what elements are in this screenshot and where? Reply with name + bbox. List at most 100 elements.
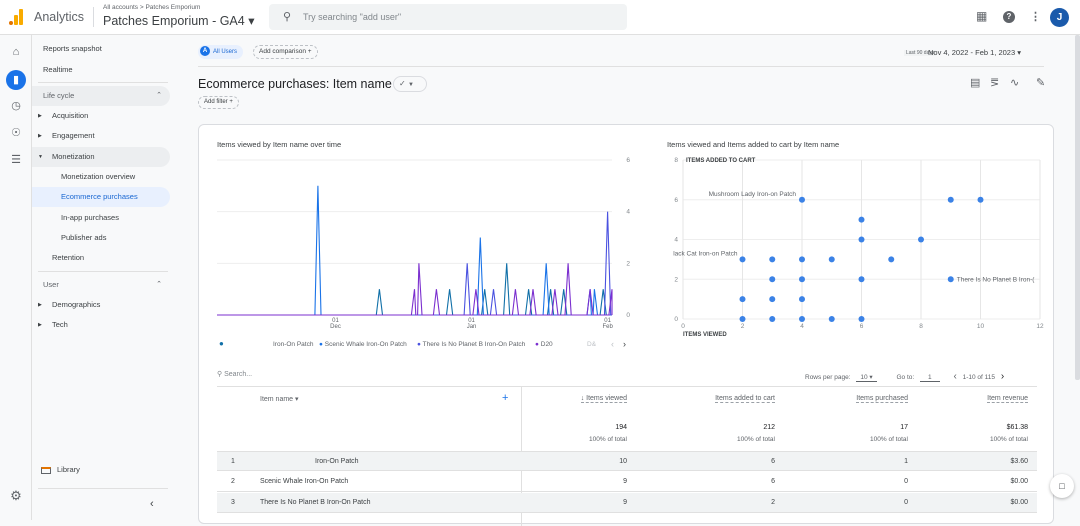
table-row[interactable]: 3 There Is No Planet B Iron-On Patch 9 2… <box>217 493 1037 513</box>
edit-icon[interactable]: ✎ <box>1036 76 1045 89</box>
legend-next-icon[interactable]: › <box>623 339 626 349</box>
legend-item[interactable]: Iron-On Patch <box>273 341 313 348</box>
segment-badge: A <box>200 46 210 57</box>
legend-item[interactable]: ● D20 <box>535 341 553 348</box>
legend-item[interactable]: ● There Is No Planet B Iron-On Patch <box>417 341 525 348</box>
scatter-point <box>799 196 805 203</box>
share-icon[interactable]: ⪚ <box>990 76 999 89</box>
row-item-name[interactable]: There Is No Planet B Iron-On Patch <box>260 493 371 513</box>
table-divider <box>217 386 1037 387</box>
col-header-items-added-to-cart[interactable]: Items added to cart <box>669 395 775 403</box>
legend-item[interactable]: ● Scenic Whale Iron-On Patch <box>319 341 407 348</box>
line-chart: 024601Dec01Jan01Feb <box>217 157 630 330</box>
nav-lifecycle[interactable]: Life cycle ⌃ <box>32 86 170 106</box>
nav-ecommerce-purchases[interactable]: Ecommerce purchases <box>32 187 170 207</box>
total-pct: 100% of total <box>589 436 627 443</box>
legend-prev-icon[interactable]: ‹ <box>611 339 614 349</box>
col-header-items-purchased[interactable]: Items purchased <box>809 395 908 403</box>
scatter-point <box>858 216 865 223</box>
scatter-point <box>799 256 805 263</box>
property-selector[interactable]: Patches Emporium - GA4 ▾ <box>103 13 254 28</box>
nav-monetization-overview[interactable]: Monetization overview <box>32 167 170 187</box>
advertising-icon[interactable]: ☉ <box>8 125 24 141</box>
breadcrumb[interactable]: All accounts > Patches Emporium <box>103 4 200 11</box>
report-status-dropdown[interactable]: ✓ ▼ <box>393 76 427 92</box>
x-tick-label: 10 <box>977 323 985 330</box>
col-header-items-viewed[interactable]: ↓ Items viewed <box>529 395 627 403</box>
prev-page-icon[interactable]: ‹ <box>953 371 956 382</box>
search-icon: ⚲ <box>283 11 292 23</box>
insights-icon[interactable]: ∿ <box>1010 76 1019 89</box>
search-input[interactable]: ⚲ Try searching "add user" <box>269 4 627 30</box>
line-chart-title: Items viewed by Item name over time <box>217 140 342 149</box>
nav-reports-snapshot[interactable]: Reports snapshot <box>32 39 170 59</box>
page-scrollbar[interactable] <box>1075 35 1080 380</box>
scatter-point <box>769 276 776 283</box>
chevron-up-icon: ⌃ <box>156 281 162 288</box>
item-name-header[interactable]: Item name ▾ <box>260 395 299 403</box>
apps-grid-icon[interactable]: ▦ <box>976 9 987 23</box>
nav-realtime[interactable]: Realtime <box>32 60 170 80</box>
scatter-point <box>828 256 835 263</box>
row-items-purchased: 0 <box>904 499 908 506</box>
nav-lifecycle-label: Life cycle <box>43 91 75 100</box>
total-items-added: 212 <box>763 424 775 431</box>
x-tick-label: 0 <box>681 323 685 330</box>
y-tick-label: 6 <box>626 157 630 164</box>
avatar[interactable]: J <box>1050 8 1069 27</box>
segment-chip[interactable]: A All Users <box>198 45 244 59</box>
table-row[interactable]: 1 Iron-On Patch 10 6 1 $3.60 <box>217 451 1037 471</box>
scatter-chart: 0 2 4 6 8 0 2 4 6 8 10 12 ITEMS ADDED TO CART ITEMS V… <box>673 157 1044 338</box>
settings-icon[interactable]: ⚙ <box>8 488 24 504</box>
line-chart-legend: ● Iron-On Patch ● Scenic Whale Iron-On P… <box>217 339 637 353</box>
row-item-revenue: $0.00 <box>1010 499 1028 506</box>
customize-report-icon[interactable]: ▤ <box>970 76 980 89</box>
nav-monetization[interactable]: ▼ Monetization <box>32 147 170 167</box>
help-icon[interactable]: ? <box>1003 11 1015 23</box>
legend-item[interactable]: D& <box>587 341 596 348</box>
report-card: Items viewed by Item name over time 0 2 4 6… <box>198 124 1054 526</box>
x-tick-label: 8 <box>919 323 923 330</box>
nav-acquisition[interactable]: ▶ Acquisition <box>32 106 170 126</box>
add-filter-button[interactable]: Add filter + <box>198 96 239 109</box>
nav-divider <box>38 82 168 83</box>
goto-input[interactable]: 1 <box>920 374 940 382</box>
nav-engagement-label: Engagement <box>52 131 95 140</box>
search-icon: ⚲ <box>217 371 223 378</box>
nav-retention[interactable]: Retention <box>32 248 170 268</box>
table-row[interactable]: 2 Scenic Whale Iron-On Patch 9 6 0 $0.00 <box>217 472 1037 492</box>
configure-icon[interactable]: ☰ <box>8 152 24 168</box>
home-icon[interactable]: ⌂ <box>8 44 24 60</box>
nav-publisher-ads[interactable]: Publisher ads <box>32 228 170 248</box>
left-rail: ⌂ ▮ ◷ ☉ ☰ ⚙ <box>0 35 32 520</box>
collapse-nav-icon[interactable]: ‹ <box>150 498 154 510</box>
nav-inapp-purchases[interactable]: In-app purchases <box>32 208 170 228</box>
add-comparison-button[interactable]: Add comparison + <box>253 45 318 59</box>
feedback-icon[interactable]: □ <box>1050 474 1074 498</box>
nav-demographics-label: Demographics <box>52 300 101 309</box>
row-item-name[interactable]: Iron-On Patch <box>315 452 359 472</box>
app-name: Analytics <box>34 10 85 24</box>
explore-icon[interactable]: ◷ <box>8 98 24 114</box>
row-item-name[interactable]: Scenic Whale Iron-On Patch <box>260 472 348 492</box>
add-dimension-icon[interactable]: + <box>502 392 508 404</box>
nav-library[interactable]: Library <box>32 460 170 480</box>
table-search-input[interactable]: ⚲ Search... <box>217 370 252 378</box>
reports-icon[interactable]: ▮ <box>6 70 26 90</box>
scatter-point <box>858 316 865 322</box>
date-range-picker[interactable]: Nov 4, 2022 - Feb 1, 2023 ▾ <box>928 48 1021 57</box>
nav-engagement[interactable]: ▶ Engagement <box>32 126 170 146</box>
page-range: 1-10 of 115 <box>962 374 995 381</box>
row-item-revenue: $3.60 <box>1010 458 1028 465</box>
more-vert-icon[interactable]: ⋮ <box>1030 10 1041 23</box>
row-items-viewed: 10 <box>619 458 627 465</box>
y-tick-label: 0 <box>626 312 630 319</box>
rows-per-page-select[interactable]: 10 ▾ <box>856 374 877 382</box>
nav-user[interactable]: User ⌃ <box>32 275 170 295</box>
col-header-item-revenue[interactable]: Item revenue <box>939 395 1028 403</box>
next-page-icon[interactable]: › <box>1001 371 1004 382</box>
header-divider <box>198 66 1044 67</box>
nav-demographics[interactable]: ▶ Demographics <box>32 295 170 315</box>
nav-library-label: Library <box>57 465 80 474</box>
nav-tech[interactable]: ▶ Tech <box>32 315 170 335</box>
